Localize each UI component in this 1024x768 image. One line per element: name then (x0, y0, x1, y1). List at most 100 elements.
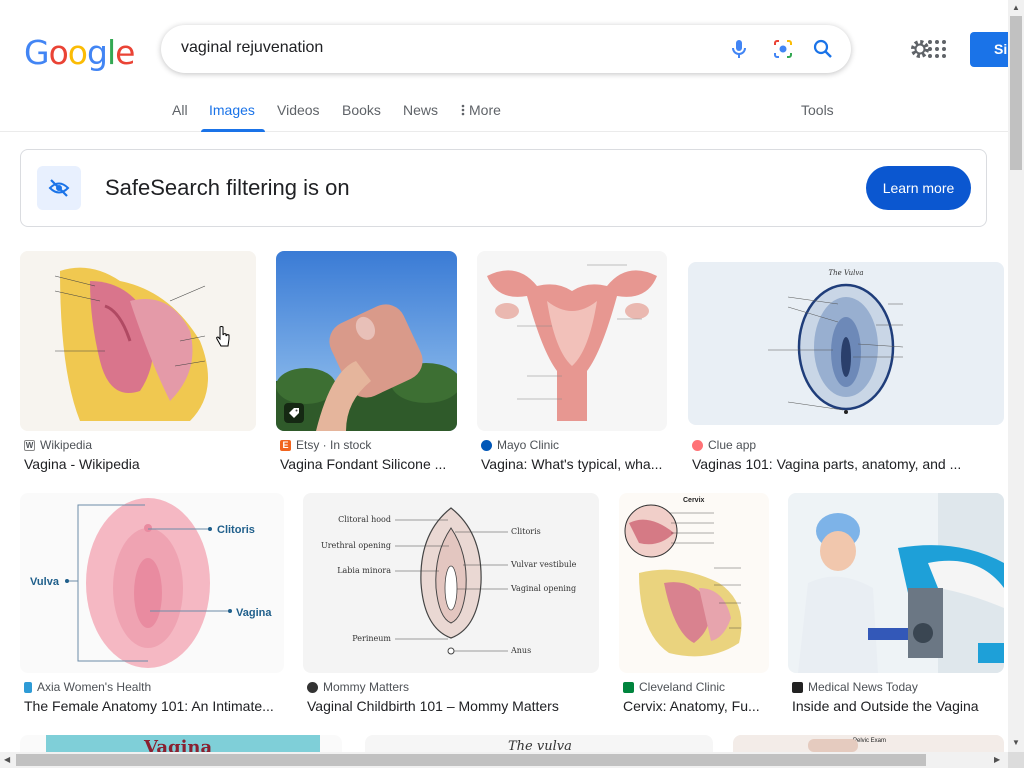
learn-more-button[interactable]: Learn more (866, 166, 971, 210)
label-vagina: Vagina (236, 607, 272, 619)
result-source-label: Mommy Matters (323, 680, 410, 694)
apps-grid-icon[interactable] (927, 39, 947, 59)
fondant-mold-photo (276, 251, 457, 431)
tools-button[interactable]: Tools (801, 102, 834, 118)
result-source-2[interactable]: E Etsy · In stock (280, 438, 371, 452)
row3-label-a: Vagina (144, 737, 213, 752)
scroll-down-icon[interactable]: ▼ (1012, 738, 1020, 747)
wikipedia-favicon-icon: W (24, 439, 35, 451)
scroll-up-icon[interactable]: ▲ (1012, 3, 1020, 12)
etsy-favicon-icon: E (280, 439, 291, 451)
label-clitoris: Clitoris (217, 524, 255, 536)
result-source-label: Etsy · In stock (296, 438, 372, 452)
vulva-illustration-image: Clitoris Vulva Vagina (20, 493, 284, 673)
result-source-1[interactable]: W Wikipedia (24, 438, 92, 452)
search-box[interactable] (161, 25, 851, 73)
eye-off-icon (48, 179, 70, 197)
vulva-diagram-image: The Vulva (688, 262, 1004, 425)
label-cervix: Cervix (683, 497, 705, 504)
search-tabs: All Images Videos Books News More Tools (0, 90, 1008, 132)
result-image-6[interactable]: Clitoral hood Urethral opening Labia min… (303, 493, 599, 673)
result-image-4[interactable]: The Vulva (688, 262, 1004, 425)
scrollbar-corner (1008, 752, 1024, 768)
result-title-7[interactable]: Cervix: Anatomy, Fu... (623, 698, 769, 714)
shopping-tag-icon (289, 408, 299, 418)
result-title-2[interactable]: Vagina Fondant Silicone ... (280, 456, 457, 472)
result-source-3[interactable]: Mayo Clinic (481, 438, 559, 452)
axia-favicon-icon (24, 681, 32, 693)
safesearch-icon-box (37, 166, 81, 210)
tab-images[interactable]: Images (209, 102, 255, 118)
result-image-2[interactable] (276, 251, 457, 431)
result-image-5[interactable]: Clitoris Vulva Vagina (20, 493, 284, 673)
label-anus: Anus (510, 646, 531, 655)
medical-news-today-favicon-icon (792, 681, 803, 693)
cleveland-clinic-favicon-icon (623, 681, 634, 693)
horizontal-scrollbar[interactable]: ◀ ▶ (0, 752, 1008, 768)
vagina-poster-thumb: Vagina (46, 735, 320, 752)
result-image-9[interactable]: Vagina (20, 735, 342, 752)
tab-books[interactable]: Books (342, 102, 381, 118)
tab-all[interactable]: All (172, 102, 188, 118)
scroll-left-icon[interactable]: ◀ (4, 755, 10, 764)
result-source-label: Mayo Clinic (497, 438, 560, 452)
result-title-8[interactable]: Inside and Outside the Vagina (792, 698, 1004, 714)
result-source-label: Medical News Today (808, 680, 918, 694)
result-image-7[interactable]: Cervix (619, 493, 769, 673)
result-image-11[interactable]: Pelvic Exam (733, 735, 1004, 752)
vertical-scroll-thumb[interactable] (1010, 16, 1022, 170)
horizontal-scroll-thumb[interactable] (16, 754, 926, 766)
pelvic-exam-thumb (808, 739, 858, 752)
vulva-line-diagram-image: Clitoral hood Urethral opening Labia min… (303, 493, 599, 673)
result-source-6[interactable]: Mommy Matters (307, 680, 409, 694)
result-title-5[interactable]: The Female Anatomy 101: An Intimate... (24, 698, 284, 714)
label-vulvar-vestibule: Vulvar vestibule (510, 560, 577, 569)
result-source-5[interactable]: Axia Women's Health (24, 680, 151, 694)
uterus-diagram-image (477, 251, 667, 431)
result-title-4[interactable]: Vaginas 101: Vagina parts, anatomy, and … (692, 456, 992, 472)
more-vert-icon (461, 104, 465, 116)
gynecologist-exam-photo (788, 493, 1004, 673)
label-perineum: Perineum (352, 634, 391, 643)
cervix-diagram-image: Cervix (619, 493, 769, 673)
label-clitoral-hood: Clitoral hood (338, 515, 391, 524)
result-source-7[interactable]: Cleveland Clinic (623, 680, 725, 694)
result-image-8[interactable] (788, 493, 1004, 673)
vertical-scrollbar[interactable]: ▲ ▼ (1008, 0, 1024, 752)
tab-more[interactable]: More (461, 102, 501, 118)
microphone-icon[interactable] (727, 37, 751, 61)
label-vaginal-opening: Vaginal opening (510, 584, 576, 593)
active-tab-indicator (201, 129, 265, 132)
tab-more-label: More (469, 102, 501, 118)
label-labia-minora: Labia minora (337, 566, 391, 575)
result-source-8[interactable]: Medical News Today (792, 680, 918, 694)
mommy-matters-favicon-icon (307, 681, 318, 693)
scroll-right-icon[interactable]: ▶ (994, 755, 1000, 764)
safesearch-banner: SafeSearch filtering is on Learn more (20, 149, 987, 227)
result-title-3[interactable]: Vagina: What's typical, wha... (481, 456, 667, 472)
search-icon[interactable] (811, 37, 835, 61)
label-vulva: Vulva (30, 576, 60, 588)
lens-icon[interactable] (771, 37, 795, 61)
result-image-10[interactable]: The vulva (365, 735, 713, 752)
hand-cursor-icon (216, 326, 230, 347)
result-title-6[interactable]: Vaginal Childbirth 101 – Mommy Matters (307, 698, 599, 714)
tab-videos[interactable]: Videos (277, 102, 320, 118)
result-title-1[interactable]: Vagina - Wikipedia (24, 456, 256, 472)
safesearch-text: SafeSearch filtering is on (105, 175, 350, 200)
tab-news[interactable]: News (403, 102, 438, 118)
clue-favicon-icon (692, 439, 703, 451)
result-source-4[interactable]: Clue app (692, 438, 756, 452)
label-clitoris-2: Clitoris (511, 527, 541, 536)
label-urethral-opening: Urethral opening (321, 541, 391, 550)
result-source-label: Cleveland Clinic (639, 680, 726, 694)
search-input[interactable] (181, 39, 701, 57)
result-source-label: Wikipedia (40, 438, 93, 452)
diagram-title: The Vulva (828, 269, 863, 277)
result-image-3[interactable] (477, 251, 667, 431)
google-logo[interactable]: Google (24, 33, 135, 72)
result-source-label: Clue app (708, 438, 757, 452)
result-source-label: Axia Women's Health (37, 680, 152, 694)
row3-label-c: Pelvic Exam (853, 738, 887, 744)
mayo-clinic-favicon-icon (481, 439, 492, 451)
